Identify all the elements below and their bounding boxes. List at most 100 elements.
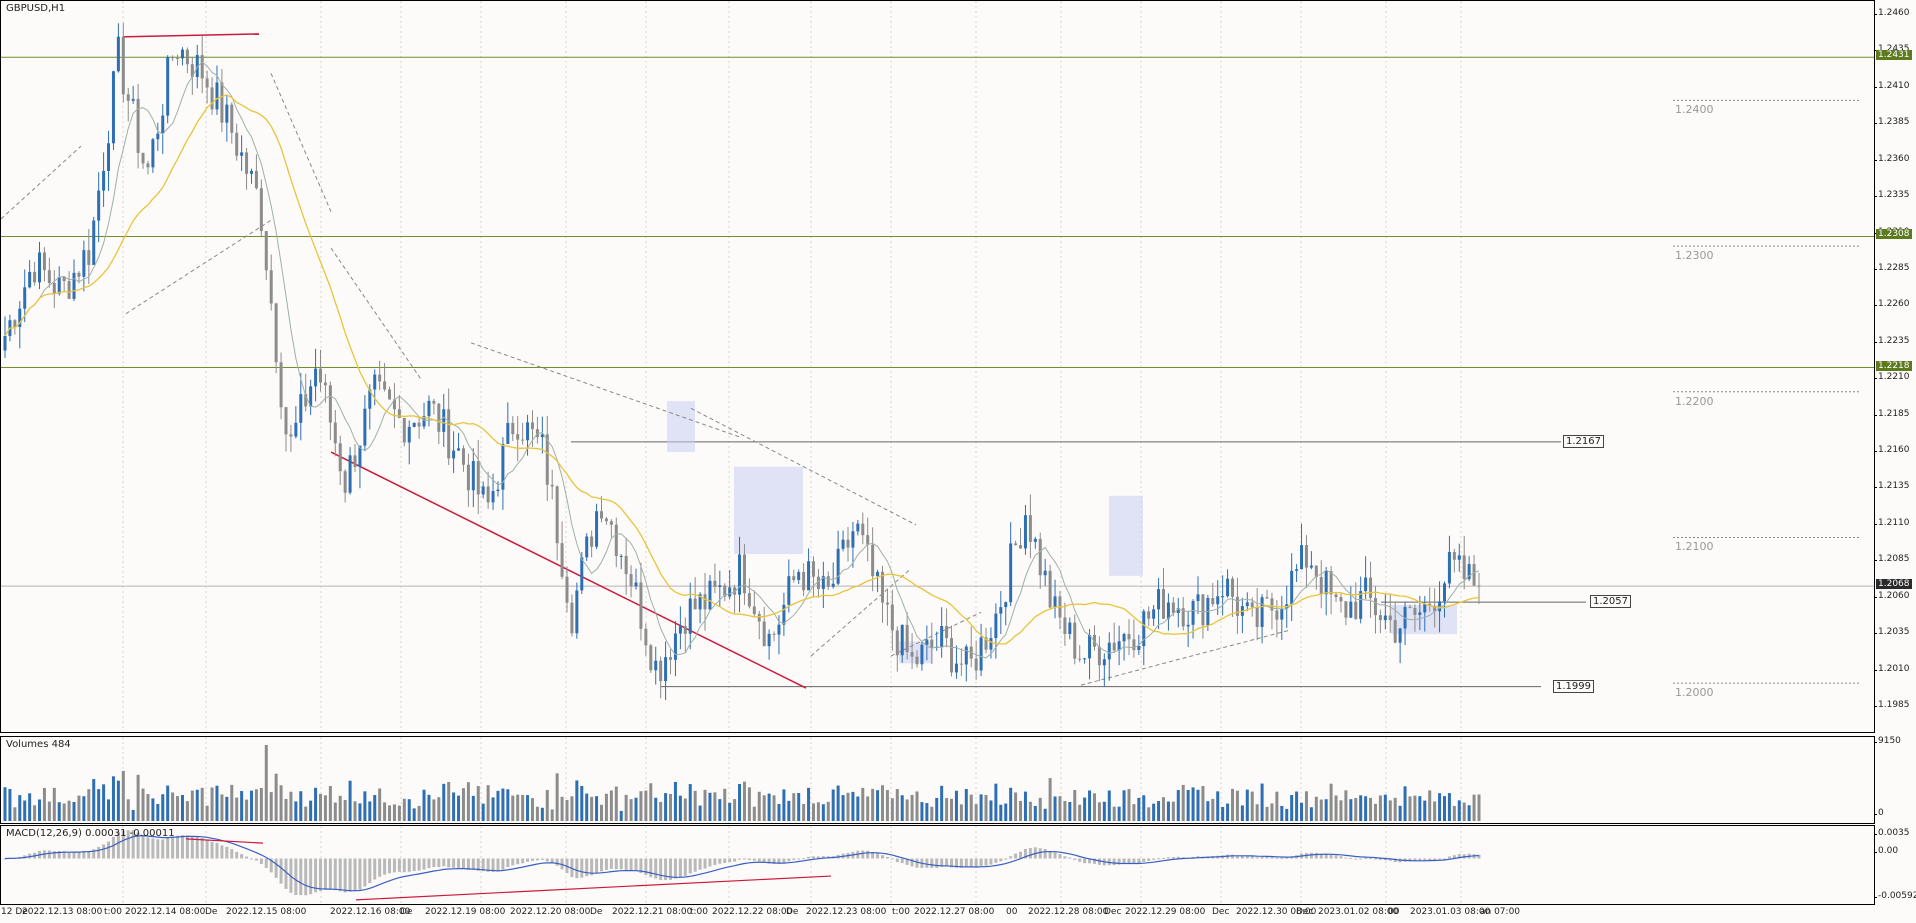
time-axis-label: 00 [1388, 907, 1400, 917]
macd-histogram-bar [1161, 857, 1165, 859]
macd-histogram-bar [417, 858, 421, 871]
candle-body [974, 658, 978, 671]
candle-body [87, 250, 91, 265]
macd-histogram-bar [880, 855, 884, 859]
candle-body [831, 583, 835, 587]
candle-body [550, 484, 554, 487]
volume-bar [323, 795, 327, 821]
candle-body [649, 645, 653, 671]
price-axis[interactable]: 1.24601.24351.24101.23851.23601.23351.23… [1874, 0, 1916, 733]
volume-bar [3, 787, 7, 821]
macd-histogram-bar [1354, 858, 1358, 860]
volume-bar [1122, 790, 1126, 821]
macd-histogram-bar [299, 858, 303, 896]
candle-body [811, 561, 815, 577]
volume-bar [1309, 807, 1313, 821]
macd-histogram-bar [1147, 858, 1151, 861]
candle-body [693, 598, 697, 610]
candle-body [269, 270, 273, 304]
candle-body [1280, 608, 1284, 620]
volume-bar [304, 806, 308, 821]
candle-body [1073, 622, 1077, 659]
volume-bar [600, 804, 604, 821]
candle-body [1309, 565, 1313, 568]
candle-body [151, 139, 155, 168]
macd-histogram-bar [1369, 858, 1373, 860]
volume-bar [762, 795, 766, 821]
candle-body [678, 626, 682, 634]
candle-body [1393, 620, 1397, 643]
volume-bar [1152, 803, 1156, 821]
time-axis[interactable]: 12 De 2022.12.13 08:00 t:00 2022.12.14 08:0… [0, 905, 1875, 923]
candle-body [644, 628, 648, 646]
candle-body [738, 554, 742, 595]
candle-body [629, 574, 633, 587]
volume-bar [1393, 797, 1397, 821]
volumes-panel[interactable]: Volumes 484 [0, 736, 1875, 824]
volume-bar [683, 798, 687, 821]
box-level-label: 1.1999 [1553, 679, 1594, 693]
volume-bar [1398, 805, 1402, 821]
candle-body [1132, 639, 1136, 651]
candle-body [471, 461, 475, 491]
candle-body [1452, 552, 1456, 560]
macd-histogram-bar [1250, 856, 1254, 859]
time-axis-label: De [205, 907, 218, 917]
volume-bar [1216, 791, 1220, 821]
macd-histogram-bar [979, 858, 983, 867]
macd-histogram-bar [1344, 857, 1348, 859]
price-chart-panel[interactable]: GBPUSD,H1 1.2400 1.2300 1.2200 1.2100 1.2000… [0, 0, 1875, 733]
volume-bar [442, 783, 446, 821]
candle-body [787, 576, 791, 605]
macd-histogram-bar [210, 841, 214, 859]
volume-bar [792, 793, 796, 821]
macd-histogram-bar [797, 858, 801, 860]
volume-bar [412, 808, 416, 821]
volume-bar [1452, 806, 1456, 821]
macd-histogram-bar [673, 858, 677, 879]
volume-bar [151, 798, 155, 821]
candle-body [521, 439, 525, 441]
macd-histogram-bar [506, 858, 510, 868]
volume-bar [604, 793, 608, 821]
macd-histogram-bar [693, 858, 697, 872]
macd-histogram-bar [757, 858, 761, 862]
volume-bar [1329, 783, 1333, 821]
volume-bar [13, 807, 17, 821]
macd-histogram-bar [861, 850, 865, 859]
macd-histogram-bar [526, 858, 530, 862]
volume-bar [481, 803, 485, 821]
candle-body [1127, 634, 1131, 640]
macd-histogram-bar [678, 858, 682, 878]
candle-body [506, 423, 510, 444]
volume-bar [1033, 805, 1037, 821]
volume-bar [1349, 799, 1353, 821]
macd-histogram-bar [368, 858, 372, 884]
volume-bar [1191, 787, 1195, 821]
volume-bar [264, 745, 268, 821]
volume-bar [1280, 805, 1284, 821]
macd-histogram-bar [67, 852, 71, 859]
highlight-zone [667, 401, 695, 453]
volume-bar [698, 805, 702, 821]
macd-histogram-bar [1171, 857, 1175, 859]
macd-histogram-bar [1314, 852, 1318, 859]
volume-bar [284, 798, 288, 821]
volume-bar [1472, 794, 1476, 821]
volume-bar [486, 785, 490, 821]
volume-bar [52, 787, 56, 821]
volume-bar [767, 793, 771, 821]
volume-bar [309, 800, 313, 821]
price-chart-svg[interactable] [1, 1, 1875, 733]
macd-histogram-bar [437, 858, 441, 868]
candle-body [1226, 578, 1230, 597]
macd-panel[interactable]: MACD(12,26,9) 0.00031 -0.00011 [0, 825, 1875, 905]
volume-bar [299, 791, 303, 821]
volume-bar [930, 806, 934, 821]
candle-body [595, 511, 599, 547]
macd-histogram-bar [876, 853, 880, 859]
volume-bar [540, 807, 544, 821]
macd-histogram-bar [733, 858, 737, 862]
macd-histogram-bar [994, 858, 998, 863]
candle-body [1009, 543, 1013, 603]
